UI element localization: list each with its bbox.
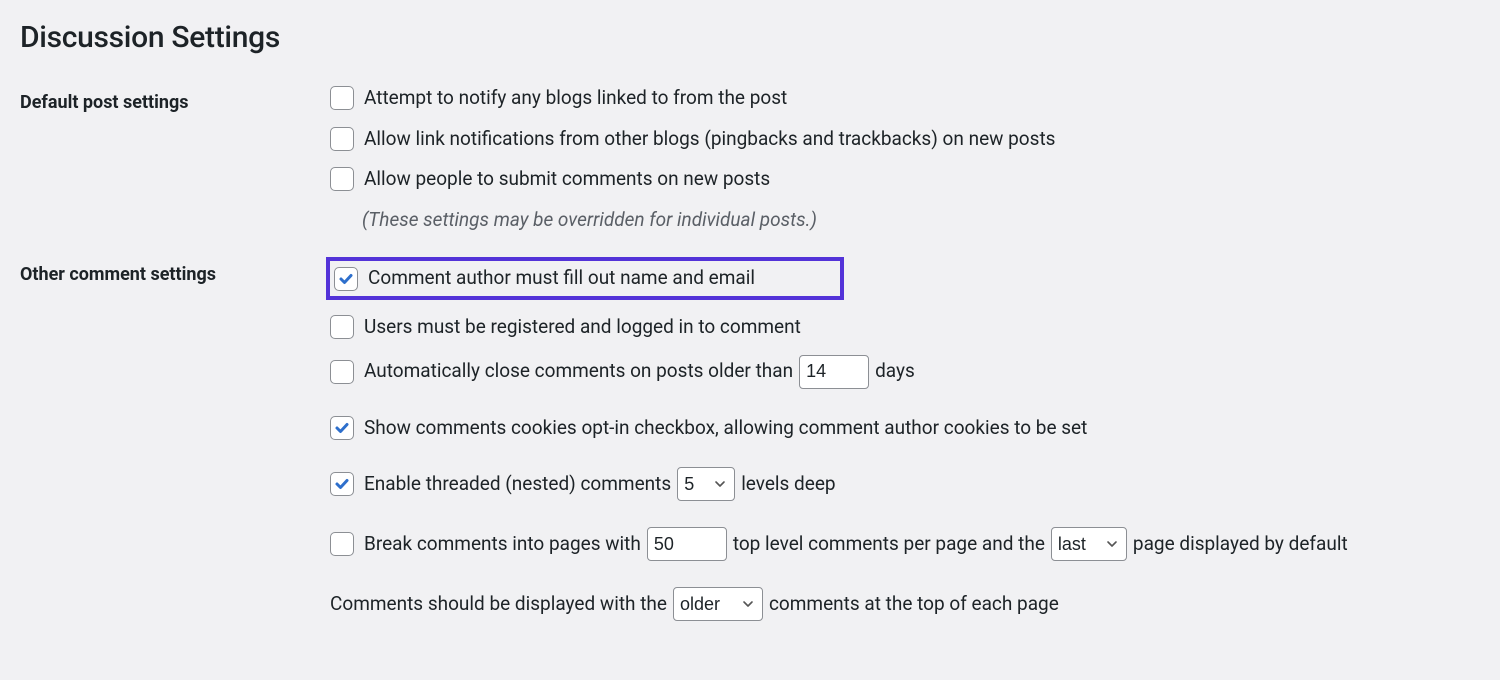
auto-close-pre-text: Automatically close comments on posts ol… <box>364 358 793 385</box>
notify-blogs-label[interactable]: Attempt to notify any blogs linked to fr… <box>330 85 787 112</box>
auto-close-label[interactable]: Automatically close comments on posts ol… <box>330 358 793 385</box>
auto-close-days-input[interactable] <box>799 355 869 389</box>
order-select[interactable]: older <box>673 587 763 621</box>
cookies-optin-text: Show comments cookies opt-in checkbox, a… <box>364 415 1087 442</box>
require-name-email-text: Comment author must fill out name and em… <box>368 265 755 292</box>
require-name-email-highlight: Comment author must fill out name and em… <box>326 257 844 300</box>
cookies-optin-label[interactable]: Show comments cookies opt-in checkbox, a… <box>330 415 1087 442</box>
notify-blogs-text: Attempt to notify any blogs linked to fr… <box>364 85 787 112</box>
paginate-pre-text: Break comments into pages with <box>364 531 641 558</box>
paginate-checkbox[interactable] <box>330 532 354 556</box>
order-post-text: comments at the top of each page <box>769 591 1059 618</box>
require-registered-label[interactable]: Users must be registered and logged in t… <box>330 314 801 341</box>
threaded-label[interactable]: Enable threaded (nested) comments <box>330 471 671 498</box>
paginate-post-text: page displayed by default <box>1133 531 1348 558</box>
order-pre-text: Comments should be displayed with the <box>330 591 667 618</box>
allow-comments-label[interactable]: Allow people to submit comments on new p… <box>330 166 770 193</box>
page-title: Discussion Settings <box>20 20 1480 55</box>
allow-pingbacks-label[interactable]: Allow link notifications from other blog… <box>330 126 1055 153</box>
paginate-defaultpage-select[interactable]: last <box>1051 527 1127 561</box>
checkmark-icon <box>334 420 350 436</box>
threaded-checkbox[interactable] <box>330 472 354 496</box>
paginate-label[interactable]: Break comments into pages with <box>330 531 641 558</box>
allow-pingbacks-checkbox[interactable] <box>330 127 354 151</box>
checkmark-icon <box>334 476 350 492</box>
checkmark-icon <box>338 271 354 287</box>
allow-comments-text: Allow people to submit comments on new p… <box>364 166 770 193</box>
allow-pingbacks-text: Allow link notifications from other blog… <box>364 126 1055 153</box>
cookies-optin-checkbox[interactable] <box>330 416 354 440</box>
paginate-mid-text: top level comments per page and the <box>733 531 1045 558</box>
require-registered-text: Users must be registered and logged in t… <box>364 314 801 341</box>
threaded-post-text: levels deep <box>741 471 835 498</box>
require-name-email-checkbox[interactable] <box>334 267 358 291</box>
threaded-depth-select[interactable]: 5 <box>677 467 735 501</box>
section-heading-default-post: Default post settings <box>20 85 330 257</box>
auto-close-post-text: days <box>875 358 915 385</box>
allow-comments-checkbox[interactable] <box>330 167 354 191</box>
auto-close-checkbox[interactable] <box>330 360 354 384</box>
threaded-pre-text: Enable threaded (nested) comments <box>364 471 671 498</box>
section-heading-other-comment: Other comment settings <box>20 257 330 671</box>
notify-blogs-checkbox[interactable] <box>330 86 354 110</box>
paginate-perpage-input[interactable] <box>647 527 727 561</box>
override-hint: (These settings may be overridden for in… <box>362 207 1480 234</box>
require-registered-checkbox[interactable] <box>330 315 354 339</box>
